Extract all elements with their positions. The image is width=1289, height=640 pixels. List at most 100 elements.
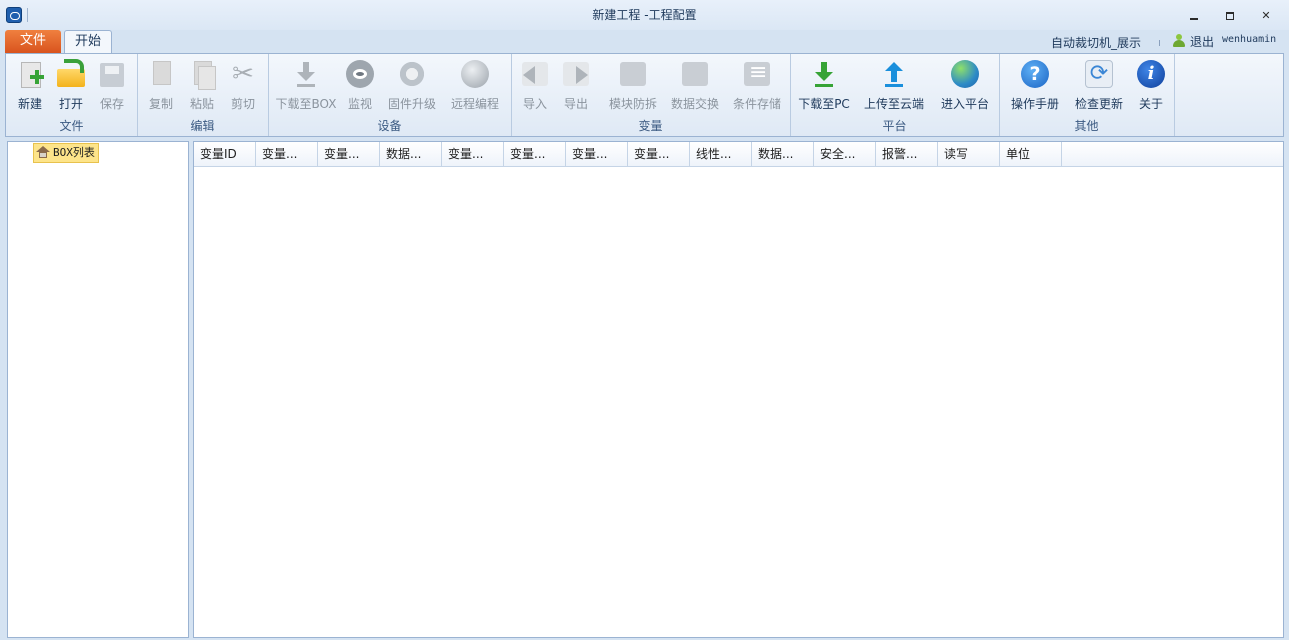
monitor-label: 监视 (347, 97, 372, 111)
device-name-label[interactable]: 自动裁切机_展示 (1051, 34, 1141, 51)
firmware-button[interactable]: 固件升级 (384, 56, 440, 114)
ribbon-group-edit: 复制 粘贴 ✂ 剪切 编辑 (137, 54, 269, 136)
column-header[interactable]: 数据... (380, 142, 442, 166)
column-header[interactable]: 变量ID (194, 142, 256, 166)
enter-platform-label: 进入平台 (940, 97, 989, 111)
header-separator (1159, 40, 1160, 46)
exchange-label: 数据交换 (670, 97, 719, 111)
open-button-label: 打开 (58, 97, 83, 111)
module-button[interactable]: 模块防拆 (605, 56, 661, 114)
column-header[interactable]: 报警... (876, 142, 938, 166)
remote-button[interactable]: 远程编程 (446, 56, 504, 114)
column-header[interactable]: 单位 (1000, 142, 1062, 166)
tab-file[interactable]: 文件 (5, 30, 61, 53)
upload-icon (878, 58, 910, 90)
new-document-icon (14, 58, 46, 90)
manual-button[interactable]: ? 操作手册 (1007, 56, 1063, 114)
list-icon (741, 58, 773, 90)
gear-icon (396, 58, 428, 90)
variable-grid[interactable]: 变量ID 变量... 变量... 数据... 变量... 变量... 变量...… (193, 141, 1284, 638)
ribbon-group-file: 新建 打开 保存 文件 (6, 54, 138, 136)
copy-button[interactable]: 复制 (143, 56, 179, 114)
download-pc-label: 下载至PC (798, 97, 850, 111)
import-label: 导入 (522, 97, 547, 111)
cut-button[interactable]: ✂ 剪切 (225, 56, 261, 114)
home-icon (36, 146, 50, 158)
column-header[interactable]: 数据... (752, 142, 814, 166)
ribbon-group-device: 下载至BOX 监视 固件升级 远程编程 设备 (268, 54, 512, 136)
help-icon: ? (1019, 58, 1051, 90)
remote-label: 远程编程 (450, 97, 499, 111)
enter-platform-button[interactable]: 进入平台 (936, 56, 994, 114)
export-button[interactable]: 导出 (558, 56, 594, 114)
column-header[interactable]: 线性... (690, 142, 752, 166)
copy-icon (145, 58, 177, 90)
maximize-icon[interactable] (1223, 9, 1237, 23)
title-bar: 新建工程 -工程配置 ✕ (0, 0, 1289, 30)
tree-node-box-list[interactable]: BOX列表 (33, 143, 99, 163)
user-icon (1173, 34, 1185, 47)
group-label-edit: 编辑 (190, 119, 215, 133)
condition-label: 条件存储 (732, 97, 781, 111)
lock-icon (617, 58, 649, 90)
module-label: 模块防拆 (608, 97, 657, 111)
open-button[interactable]: 打开 (53, 56, 89, 114)
exchange-icon (679, 58, 711, 90)
firmware-label: 固件升级 (387, 97, 436, 111)
globe-icon (459, 58, 491, 90)
ribbon-toolbar: 新建 打开 保存 文件 复制 粘贴 ✂ 剪切 编辑 下载至BOX 监视 固件升级… (5, 53, 1284, 137)
column-header[interactable]: 变量... (566, 142, 628, 166)
column-header[interactable]: 安全... (814, 142, 876, 166)
column-header[interactable]: 变量... (628, 142, 690, 166)
condition-button[interactable]: 条件存储 (729, 56, 785, 114)
new-button-label: 新建 (17, 97, 42, 111)
logout-link[interactable]: 退出 (1190, 33, 1214, 50)
globe-icon (949, 58, 981, 90)
import-button[interactable]: 导入 (517, 56, 553, 114)
save-button[interactable]: 保存 (94, 56, 130, 114)
cut-button-label: 剪切 (230, 97, 255, 111)
export-arrow-icon (560, 58, 592, 90)
download-pc-button[interactable]: 下载至PC (796, 56, 852, 114)
grid-header: 变量ID 变量... 变量... 数据... 变量... 变量... 变量...… (194, 142, 1283, 167)
group-label-other: 其他 (1074, 119, 1099, 133)
save-disk-icon (96, 58, 128, 90)
scissors-icon: ✂ (232, 59, 254, 89)
box-tree-panel[interactable]: BOX列表 (7, 141, 189, 638)
about-label: 关于 (1138, 97, 1163, 111)
download-box-label: 下载至BOX (275, 97, 337, 111)
column-header[interactable]: 变量... (256, 142, 318, 166)
tab-start[interactable]: 开始 (64, 30, 112, 54)
monitor-button[interactable]: 监视 (342, 56, 378, 114)
about-button[interactable]: i 关于 (1135, 56, 1167, 114)
refresh-icon: ⟳ (1083, 58, 1115, 90)
paste-button-label: 粘贴 (189, 97, 214, 111)
group-label-variable: 变量 (638, 119, 663, 133)
manual-label: 操作手册 (1010, 97, 1059, 111)
ribbon-group-platform: 下载至PC 上传至云端 进入平台 平台 (790, 54, 1000, 136)
new-button[interactable]: 新建 (12, 56, 48, 114)
info-icon: i (1135, 58, 1167, 90)
column-header[interactable]: 变量... (504, 142, 566, 166)
upload-cloud-button[interactable]: 上传至云端 (860, 56, 928, 114)
open-folder-icon (55, 58, 87, 90)
group-label-platform: 平台 (882, 119, 907, 133)
close-icon[interactable]: ✕ (1259, 9, 1273, 23)
save-button-label: 保存 (99, 97, 124, 111)
ribbon-group-other: ? 操作手册 ⟳ 检查更新 i 关于 其他 (999, 54, 1175, 136)
column-header[interactable]: 变量... (318, 142, 380, 166)
username-label: wenhuamin (1222, 34, 1277, 45)
minimize-icon[interactable] (1187, 9, 1201, 23)
download-icon (290, 58, 322, 90)
exchange-button[interactable]: 数据交换 (667, 56, 723, 114)
update-button[interactable]: ⟳ 检查更新 (1071, 56, 1127, 114)
column-header[interactable]: 变量... (442, 142, 504, 166)
column-header[interactable]: 读写 (938, 142, 1000, 166)
eye-icon (344, 58, 376, 90)
upload-cloud-label: 上传至云端 (863, 97, 924, 111)
export-label: 导出 (563, 97, 588, 111)
ribbon-tab-row: 文件 开始 自动裁切机_展示 退出 wenhuamin (0, 30, 1289, 54)
download-box-button[interactable]: 下载至BOX (274, 56, 338, 114)
copy-button-label: 复制 (148, 97, 173, 111)
paste-button[interactable]: 粘贴 (184, 56, 220, 114)
